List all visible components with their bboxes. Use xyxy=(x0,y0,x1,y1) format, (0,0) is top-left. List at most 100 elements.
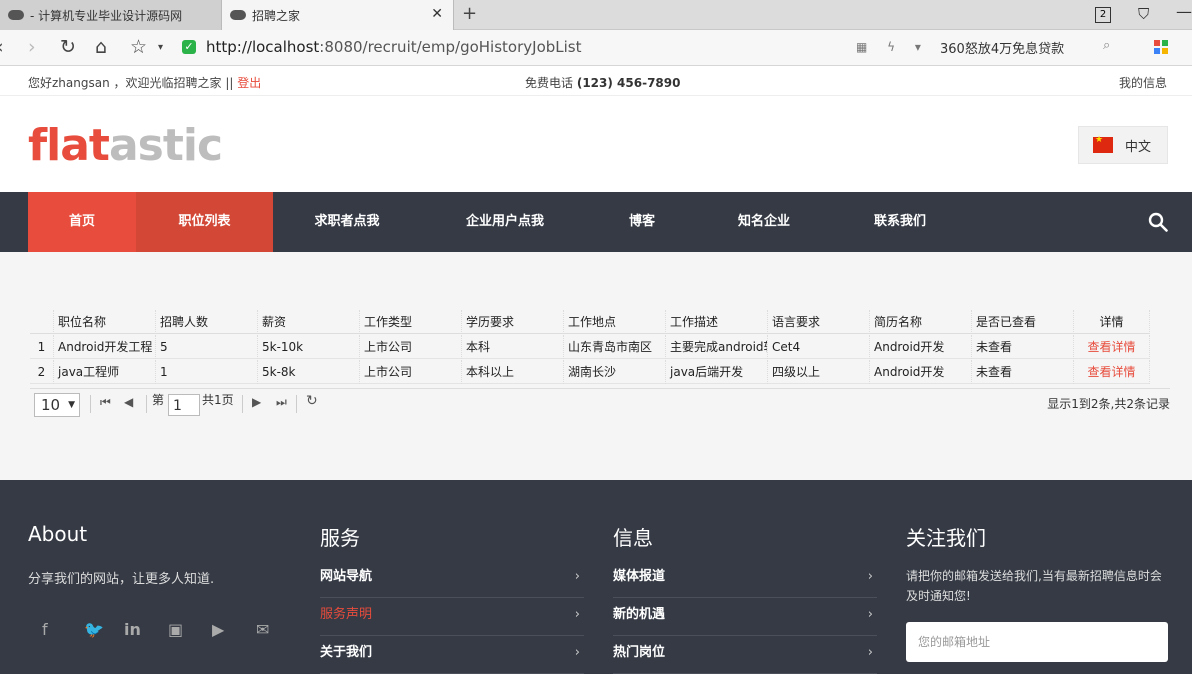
nav-item-job-list[interactable]: 职位列表 xyxy=(136,192,273,252)
footer-follow-text: 请把你的邮箱发送给我们,当有最新招聘信息时会及时通知您! xyxy=(906,569,1162,603)
linkedin-icon[interactable]: in xyxy=(124,620,141,639)
footer-link[interactable]: 媒体报道 › xyxy=(613,560,877,598)
table-cell: Android开发 xyxy=(870,335,972,359)
forward-icon[interactable]: › xyxy=(28,36,36,58)
table-row[interactable]: 1 Android开发工程 5 5k-10k 上市公司 本科 山东青岛市南区 主… xyxy=(30,335,1150,359)
nav-item-job-seeker[interactable]: 求职者点我 xyxy=(290,192,404,252)
skin-icon[interactable]: ⛉ xyxy=(1138,5,1149,23)
next-page-icon[interactable]: ▶ xyxy=(252,395,261,409)
chevron-down-icon[interactable]: ▾ xyxy=(158,42,163,53)
table-cell: java工程师 xyxy=(54,360,156,384)
browser-tab-1[interactable]: - 计算机专业毕业设计源码网 xyxy=(0,0,222,30)
site-top-bar: 您好zhangsan ，欢迎光临招聘之家 || 登出 免费电话 (123) 45… xyxy=(0,66,1192,96)
browser-tab-label: 招聘之家 xyxy=(252,8,301,23)
minimize-icon[interactable]: — xyxy=(1176,2,1192,21)
footer-link[interactable]: 关于我们 › xyxy=(320,636,584,674)
column-header[interactable]: 招聘人数 xyxy=(156,310,258,334)
footer-link[interactable]: 网站导航 › xyxy=(320,560,584,598)
url-host: http://localhost xyxy=(206,38,320,56)
footer-about-title: About xyxy=(28,522,88,546)
url-field[interactable]: ✓ http://localhost:8080/recruit/emp/goHi… xyxy=(182,35,922,59)
view-details-link[interactable]: 查看详情 xyxy=(1074,335,1150,359)
column-header[interactable]: 简历名称 xyxy=(870,310,972,334)
youtube-icon[interactable]: ▶ xyxy=(212,620,224,639)
url-path: :8080/recruit/emp/goHistoryJobList xyxy=(319,38,582,56)
column-header[interactable]: 工作类型 xyxy=(360,310,462,334)
table-cell: 主要完成android软 xyxy=(666,335,768,359)
back-icon[interactable]: ‹ xyxy=(0,36,4,58)
view-details-link[interactable]: 查看详情 xyxy=(1074,360,1150,384)
email-input[interactable]: 您的邮箱地址 xyxy=(906,622,1168,662)
language-switcher[interactable]: 中文 xyxy=(1078,126,1168,164)
nav-item-companies[interactable]: 知名企业 xyxy=(720,192,808,252)
my-info-link[interactable]: 我的信息 xyxy=(1119,74,1167,91)
nav-item-blog[interactable]: 博客 xyxy=(612,192,672,252)
new-tab-icon[interactable]: + xyxy=(462,3,477,24)
main-nav: 首页 职位列表 求职者点我 企业用户点我 博客 知名企业 联系我们 xyxy=(0,192,1192,252)
table-cell: 本科以上 xyxy=(462,360,564,384)
close-tab-icon[interactable]: ✕ xyxy=(431,6,443,22)
refresh-icon[interactable]: ↻ xyxy=(306,393,318,409)
mail-icon[interactable]: ✉ xyxy=(256,620,269,639)
column-header[interactable]: 详情 xyxy=(1074,310,1150,334)
column-header[interactable]: 职位名称 xyxy=(54,310,156,334)
browser-tab-2[interactable]: 招聘之家 ✕ xyxy=(222,0,454,30)
last-page-icon[interactable]: ⏭ xyxy=(276,395,287,410)
language-label: 中文 xyxy=(1125,139,1152,155)
footer-link[interactable]: 新的机遇 › xyxy=(613,598,877,636)
site-logo[interactable]: flatastic xyxy=(28,120,223,171)
footer-about-text: 分享我们的网站，让更多人知道. xyxy=(28,572,215,587)
nav-item-contact[interactable]: 联系我们 xyxy=(858,192,942,252)
row-number: 1 xyxy=(30,335,54,359)
first-page-icon[interactable]: ⏮ xyxy=(100,395,111,410)
nav-item-home[interactable]: 首页 xyxy=(28,192,136,252)
site-favicon-icon xyxy=(230,10,246,20)
url-tools-icons[interactable]: ▦ ϟ ▾ xyxy=(856,40,929,54)
footer-link[interactable]: 热门岗位 › xyxy=(613,636,877,674)
column-header[interactable]: 学历要求 xyxy=(462,310,564,334)
home-icon[interactable]: ⌂ xyxy=(95,36,107,58)
footer-services-list: 网站导航 › 服务声明 › 关于我们 › xyxy=(320,560,584,674)
table-header-row: 职位名称 招聘人数 薪资 工作类型 学历要求 工作地点 工作描述 语言要求 简历… xyxy=(30,310,1150,334)
twitter-icon[interactable]: 🐦 xyxy=(84,620,104,639)
tab-count-badge[interactable]: 2 xyxy=(1095,7,1111,23)
history-job-list-section: 职位名称 招聘人数 薪资 工作类型 学历要求 工作地点 工作描述 语言要求 简历… xyxy=(0,252,1192,480)
welcome-text: 您好zhangsan ，欢迎光临招聘之家 || xyxy=(28,76,234,90)
vimeo-icon[interactable]: ▣ xyxy=(168,620,183,639)
table-row[interactable]: 2 java工程师 1 5k-8k 上市公司 本科以上 湖南长沙 java后端开… xyxy=(30,360,1150,384)
table-cell: 5k-8k xyxy=(258,360,360,384)
column-header[interactable]: 工作地点 xyxy=(564,310,666,334)
column-header[interactable]: 薪资 xyxy=(258,310,360,334)
footer-link[interactable]: 服务声明 › xyxy=(320,598,584,636)
table-cell: 湖南长沙 xyxy=(564,360,666,384)
bookmark-star-icon[interactable]: ☆ xyxy=(130,36,147,58)
table-cell: 1 xyxy=(156,360,258,384)
chevron-down-icon: ▼ xyxy=(68,400,75,410)
search-icon[interactable]: ⌕ xyxy=(1103,38,1110,53)
column-header[interactable]: 语言要求 xyxy=(768,310,870,334)
browser-tab-bar: - 计算机专业毕业设计源码网 招聘之家 ✕ + 2 ⛉ — xyxy=(0,0,1192,30)
prev-page-icon[interactable]: ◀ xyxy=(124,395,133,409)
search-icon[interactable] xyxy=(1148,212,1168,232)
phone-label: 免费电话 xyxy=(525,76,574,90)
facebook-icon[interactable]: f xyxy=(42,620,48,639)
nav-item-company-user[interactable]: 企业用户点我 xyxy=(450,192,560,252)
browser-tab-label: - 计算机专业毕业设计源码网 xyxy=(30,8,183,23)
logout-link[interactable]: 登出 xyxy=(237,76,261,90)
apps-grid-icon[interactable] xyxy=(1154,40,1168,54)
table-cell: 上市公司 xyxy=(360,335,462,359)
page-number-input[interactable]: 1 xyxy=(168,394,200,416)
table-cell: 本科 xyxy=(462,335,564,359)
site-favicon-icon xyxy=(8,10,24,20)
chevron-right-icon: › xyxy=(574,607,580,622)
table-cell: java后端开发 xyxy=(666,360,768,384)
column-header[interactable]: 是否已查看 xyxy=(972,310,1074,334)
footer-follow-title: 关注我们 xyxy=(906,526,986,550)
chevron-right-icon: › xyxy=(867,607,873,622)
page-size-select[interactable]: 10 ▼ xyxy=(34,393,80,417)
browser-promo-link[interactable]: 360怒放4万免息贷款 xyxy=(940,38,1064,57)
column-header[interactable]: 工作描述 xyxy=(666,310,768,334)
reload-icon[interactable]: ↻ xyxy=(60,36,76,58)
chevron-right-icon: › xyxy=(574,569,580,584)
footer-services-title: 服务 xyxy=(320,526,360,550)
